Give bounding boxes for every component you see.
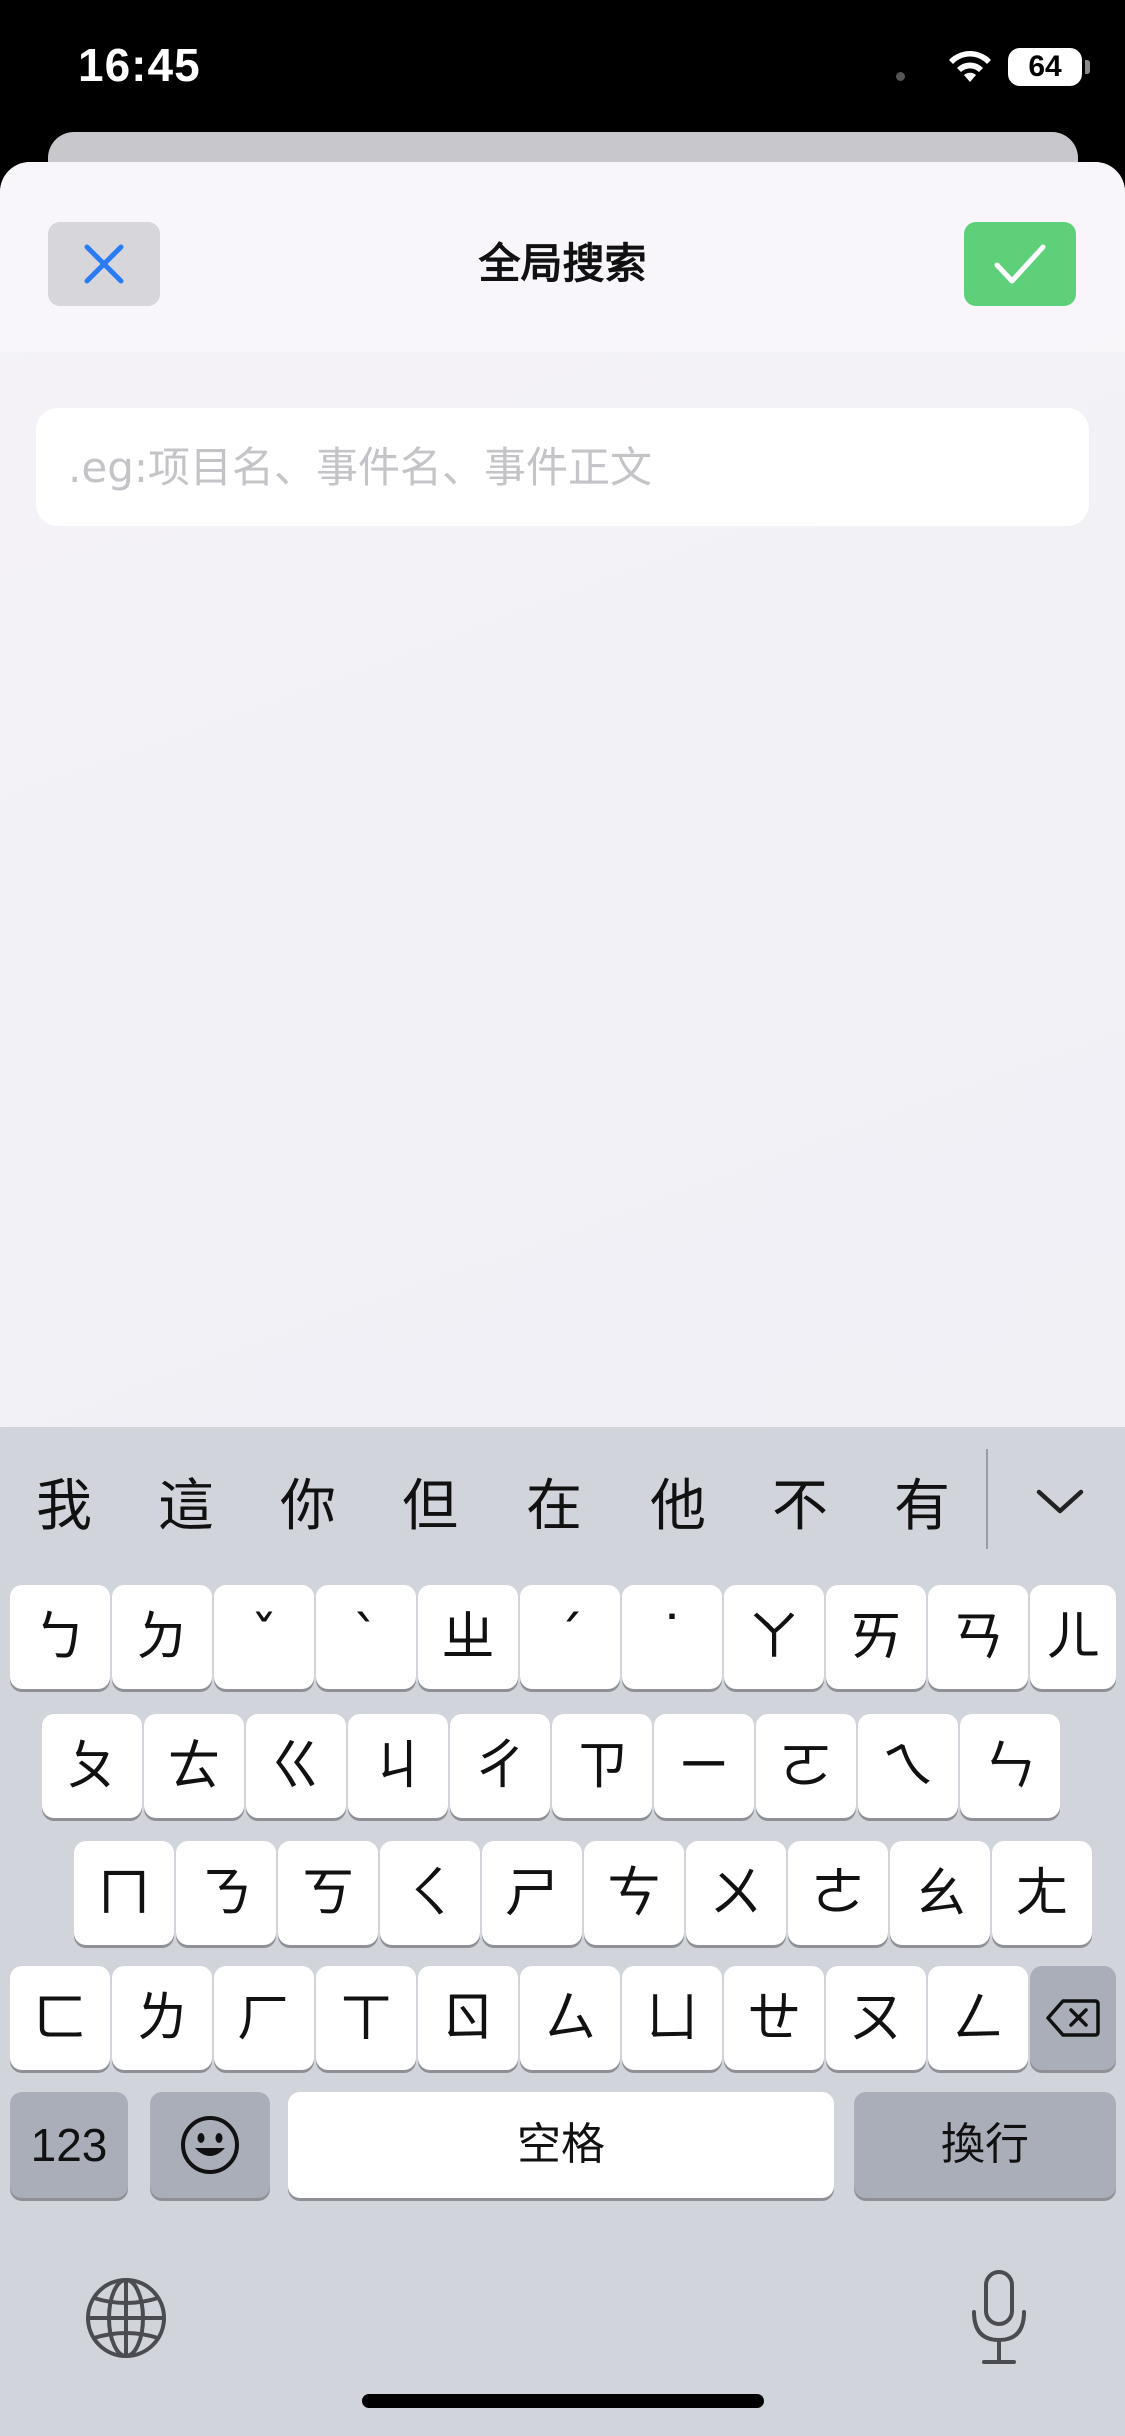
candidate-word[interactable]: 我: [14, 1467, 114, 1547]
key[interactable]: ˇ: [214, 1585, 314, 1689]
home-indicator: [362, 2394, 764, 2408]
delete-key[interactable]: [1030, 1966, 1116, 2070]
key[interactable]: ㄓ: [418, 1585, 518, 1689]
key[interactable]: ㄎ: [278, 1841, 378, 1945]
status-time: 16:45: [78, 39, 201, 91]
key[interactable]: ㄔ: [450, 1714, 550, 1818]
numbers-key-label: 123: [30, 2119, 108, 2171]
key[interactable]: ㄑ: [380, 1841, 480, 1945]
expand-candidates-button[interactable]: [1010, 1457, 1110, 1547]
key[interactable]: ㄧ: [654, 1714, 754, 1818]
key[interactable]: ㄤ: [992, 1841, 1092, 1945]
key[interactable]: ㄋ: [176, 1841, 276, 1945]
candidate-word[interactable]: 這: [136, 1467, 236, 1547]
key[interactable]: ㄡ: [826, 1966, 926, 2070]
numbers-key[interactable]: 123: [10, 2092, 128, 2198]
space-key[interactable]: 空格: [288, 2092, 834, 2198]
key[interactable]: ˊ: [520, 1585, 620, 1689]
key[interactable]: ㄜ: [788, 1841, 888, 1945]
key[interactable]: ㄞ: [826, 1585, 926, 1689]
candidate-word[interactable]: 不: [750, 1467, 850, 1547]
status-bar: 16:45 64: [0, 0, 1125, 140]
key[interactable]: ㄅ: [10, 1585, 110, 1689]
key[interactable]: ㄠ: [890, 1841, 990, 1945]
key[interactable]: ㄐ: [348, 1714, 448, 1818]
candidate-bar: 我 這 你 但 在 他 不 有: [0, 1427, 1125, 1577]
globe-icon[interactable]: [84, 2276, 168, 2360]
key[interactable]: ㄊ: [144, 1714, 244, 1818]
return-key[interactable]: 換行: [854, 2092, 1116, 2198]
confirm-button[interactable]: [964, 222, 1076, 306]
emoji-key[interactable]: [150, 2092, 270, 2198]
key[interactable]: ˙: [622, 1585, 722, 1689]
emoji-icon: [181, 2116, 239, 2174]
microphone-icon[interactable]: [964, 2268, 1034, 2368]
space-key-label: 空格: [517, 2119, 605, 2170]
key[interactable]: ㄈ: [10, 1966, 110, 2070]
chevron-down-icon: [1036, 1489, 1084, 1514]
search-field[interactable]: [36, 408, 1089, 526]
candidate-word[interactable]: 他: [628, 1467, 728, 1547]
key[interactable]: ㄝ: [724, 1966, 824, 2070]
page-title: 全局搜索: [478, 239, 647, 288]
key[interactable]: ㄉ: [112, 1585, 212, 1689]
key[interactable]: ㄣ: [960, 1714, 1060, 1818]
privacy-dot-icon: [896, 72, 905, 81]
candidate-word[interactable]: 但: [380, 1467, 480, 1547]
search-input[interactable]: [66, 441, 1059, 493]
key[interactable]: ㄆ: [42, 1714, 142, 1818]
return-key-label: 換行: [941, 2119, 1029, 2170]
candidate-word[interactable]: 你: [258, 1467, 358, 1547]
candidate-word[interactable]: 在: [504, 1467, 604, 1547]
key[interactable]: ㄖ: [418, 1966, 518, 2070]
key[interactable]: ㄕ: [482, 1841, 582, 1945]
key[interactable]: ㄙ: [520, 1966, 620, 2070]
key[interactable]: ㄥ: [928, 1966, 1028, 2070]
key[interactable]: ㄢ: [928, 1585, 1028, 1689]
screen: 16:45 64 全局搜索 .eg:项目名、事件名、事件正文 我 這 你 但 在…: [0, 0, 1125, 2436]
key[interactable]: ㄨ: [686, 1841, 786, 1945]
key[interactable]: ㄛ: [756, 1714, 856, 1818]
key[interactable]: ˋ: [316, 1585, 416, 1689]
key[interactable]: ㄒ: [316, 1966, 416, 2070]
wifi-icon: [949, 51, 991, 82]
battery-icon: 64: [1008, 48, 1090, 86]
key[interactable]: ㄏ: [214, 1966, 314, 2070]
candidate-word[interactable]: 有: [872, 1467, 972, 1547]
nav-bar: 全局搜索: [0, 162, 1125, 352]
key[interactable]: ㄚ: [724, 1585, 824, 1689]
key[interactable]: ㄌ: [112, 1966, 212, 2070]
key[interactable]: ㄦ: [1030, 1585, 1116, 1689]
key[interactable]: ㄟ: [858, 1714, 958, 1818]
key[interactable]: ㄍ: [246, 1714, 346, 1818]
key[interactable]: ㄗ: [552, 1714, 652, 1818]
key[interactable]: ㄩ: [622, 1966, 722, 2070]
backspace-icon: [1046, 1999, 1100, 2037]
checkmark-icon: [994, 244, 1046, 284]
key[interactable]: ㄇ: [74, 1841, 174, 1945]
candidate-divider: [986, 1449, 988, 1549]
key[interactable]: ㄘ: [584, 1841, 684, 1945]
